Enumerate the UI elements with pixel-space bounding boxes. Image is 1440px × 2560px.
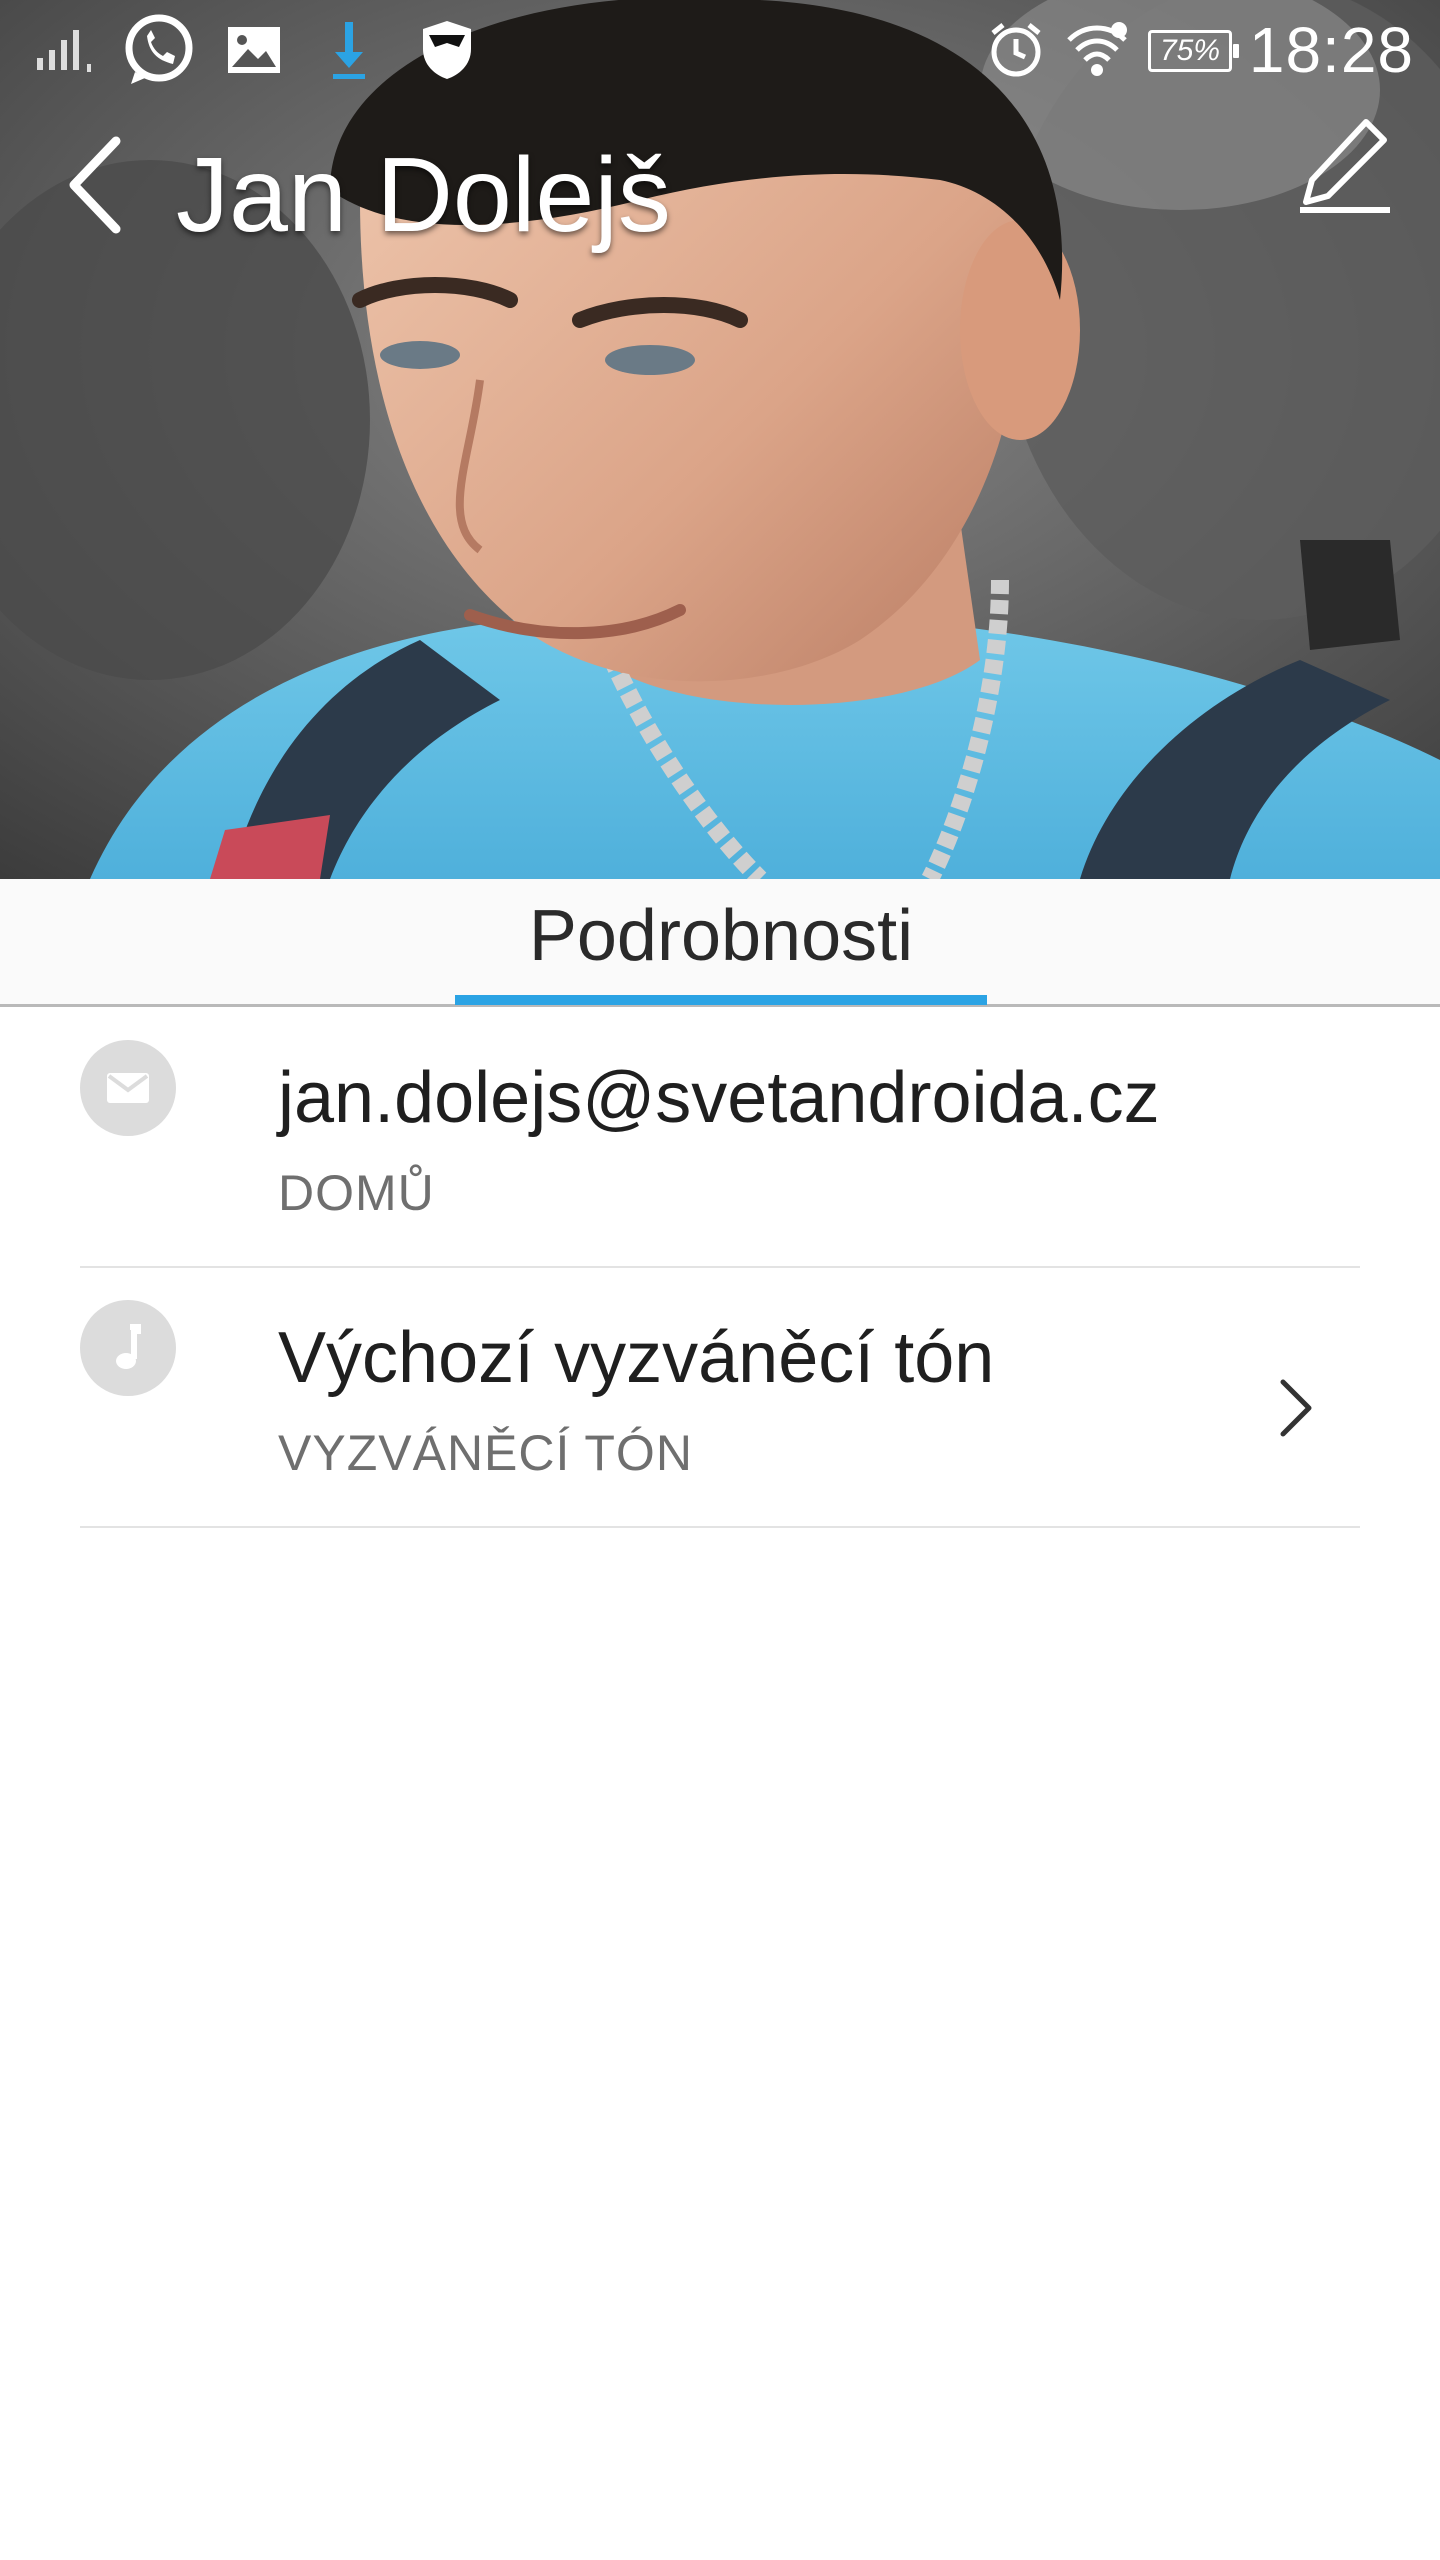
contact-name: Jan Dolejš <box>176 136 671 254</box>
email-icon <box>80 1040 176 1136</box>
ringtone-row[interactable]: Výchozí vyzváněcí tón VYZVÁNĚCÍ TÓN <box>80 1268 1360 1528</box>
back-arrow-icon <box>69 136 121 234</box>
whatsapp-icon <box>118 14 200 84</box>
tab-details[interactable]: Podrobnosti <box>455 879 987 1007</box>
tab-active-indicator <box>455 995 987 1005</box>
battery-percent: 75% <box>1159 34 1221 67</box>
shield-icon <box>414 18 480 82</box>
signal-icon <box>30 18 100 82</box>
alarm-icon <box>986 18 1046 82</box>
back-button[interactable] <box>56 130 136 240</box>
gallery-icon <box>224 18 284 82</box>
ringtone-label: VYZVÁNĚCÍ TÓN <box>278 1425 693 1481</box>
download-icon <box>324 18 374 82</box>
email-value: jan.dolejs@svetandroida.cz <box>278 1058 1160 1138</box>
email-label: DOMŮ <box>278 1165 435 1221</box>
tab-strip: Podrobnosti <box>0 879 1440 1007</box>
email-row[interactable]: jan.dolejs@svetandroida.cz DOMŮ <box>80 1008 1360 1268</box>
ringtone-value: Výchozí vyzváněcí tón <box>278 1318 995 1398</box>
edit-pencil-icon <box>1300 119 1390 213</box>
status-bar: 75% 18:28 <box>0 0 1440 100</box>
wifi-icon <box>1062 18 1132 82</box>
music-note-icon <box>80 1300 176 1396</box>
battery-icon: 75% <box>1148 30 1239 72</box>
edit-button[interactable] <box>1284 104 1404 224</box>
status-time: 18:28 <box>1248 14 1414 86</box>
chevron-right-icon <box>1270 1368 1320 1448</box>
